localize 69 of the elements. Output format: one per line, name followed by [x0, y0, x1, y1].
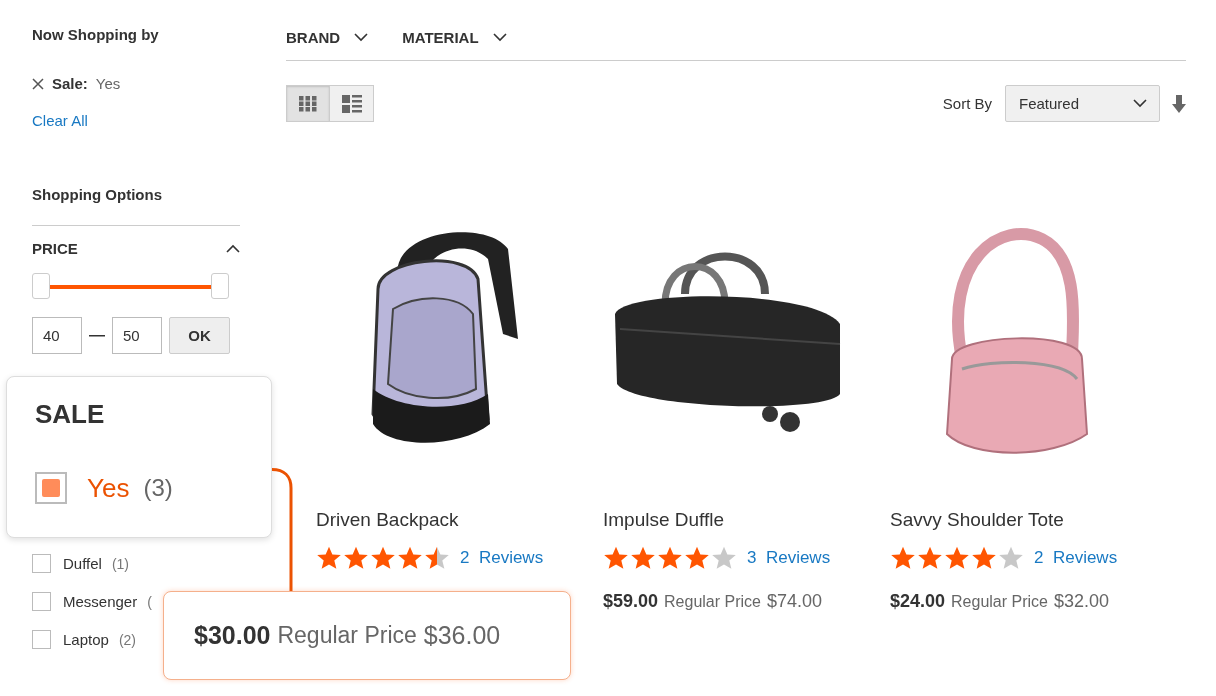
section-heading: Shopping Options — [32, 186, 163, 203]
reviews-link[interactable]: 2 Reviews — [460, 548, 544, 568]
regular-price-label: Regular Price — [664, 593, 761, 611]
star-icon — [998, 545, 1024, 571]
star-icon — [343, 545, 369, 571]
option-count: (1) — [111, 555, 130, 572]
grid-view-button[interactable] — [286, 85, 330, 122]
filter-label: Sale: — [52, 75, 88, 92]
product-name[interactable]: Driven Backpack — [316, 509, 573, 531]
chevron-icon — [354, 33, 369, 42]
sort-dropdown[interactable]: Featured — [1005, 85, 1160, 122]
star-icon — [424, 545, 450, 571]
chevron-icon[interactable] — [226, 244, 240, 253]
filter-dropdown[interactable]: BRAND — [286, 29, 369, 46]
filter-title: SALE — [35, 399, 106, 430]
star-icon — [971, 545, 997, 571]
list-view-button[interactable] — [330, 85, 374, 122]
price-from-field[interactable]: 40 — [32, 317, 82, 354]
star-icon — [684, 545, 710, 571]
regular-price: $74.00 — [767, 591, 823, 612]
star-icon — [630, 545, 656, 571]
grid-icon — [299, 95, 317, 112]
star-icon — [711, 545, 737, 571]
product-name[interactable]: Impulse Duffle — [603, 509, 860, 531]
ok-button[interactable]: OK — [169, 317, 230, 354]
option-label[interactable]: Duffel — [63, 555, 102, 572]
chevron-icon — [492, 33, 507, 42]
star-icon — [397, 545, 423, 571]
star-icon — [944, 545, 970, 571]
filter-value: Yes — [95, 75, 121, 92]
sort-direction-icon[interactable] — [1172, 94, 1186, 113]
checkbox[interactable] — [32, 630, 51, 649]
special-price: $24.00 — [890, 591, 946, 612]
product-name[interactable]: Savvy Shoulder Tote — [890, 509, 1147, 531]
star-icon — [890, 545, 916, 571]
reviews-link[interactable]: 2 Reviews — [1034, 548, 1118, 568]
dash-icon — [89, 334, 105, 337]
regular-price-label: Regular Price — [951, 593, 1048, 611]
section-heading: Now Shopping by — [32, 26, 160, 43]
checkbox[interactable] — [32, 554, 51, 573]
star-icon — [370, 545, 396, 571]
filter-title[interactable]: PRICE — [32, 240, 78, 257]
regular-price: $36.00 — [423, 621, 501, 650]
option-count: (3) — [143, 474, 173, 502]
clear-all-link[interactable]: Clear All — [32, 112, 88, 129]
price-to-field[interactable]: 50 — [112, 317, 162, 354]
close-icon[interactable] — [32, 77, 44, 90]
chevron-icon — [1133, 99, 1147, 108]
regular-price: $32.00 — [1054, 591, 1110, 612]
filter-dropdown[interactable]: MATERIAL — [402, 29, 507, 46]
regular-price-label: Regular Price — [277, 622, 417, 649]
star-icon — [603, 545, 629, 571]
option-count: (2) — [118, 631, 136, 648]
option-label[interactable]: Laptop — [63, 631, 109, 648]
star-icon — [657, 545, 683, 571]
list-icon — [341, 94, 362, 113]
special-price: $59.00 — [603, 591, 659, 612]
slider-handle[interactable] — [32, 273, 50, 299]
option-label[interactable]: Messenger — [63, 593, 138, 610]
special-price: $30.00 — [194, 621, 271, 650]
star-icon — [316, 545, 342, 571]
star-icon — [917, 545, 943, 571]
option-label[interactable]: Yes — [87, 472, 130, 504]
sort-label: Sort By — [942, 95, 992, 112]
checkbox[interactable] — [32, 592, 51, 611]
option-count: ( — [147, 593, 152, 610]
reviews-link[interactable]: 3 Reviews — [747, 548, 831, 568]
checkbox[interactable] — [35, 472, 67, 504]
slider-handle[interactable] — [211, 273, 229, 299]
